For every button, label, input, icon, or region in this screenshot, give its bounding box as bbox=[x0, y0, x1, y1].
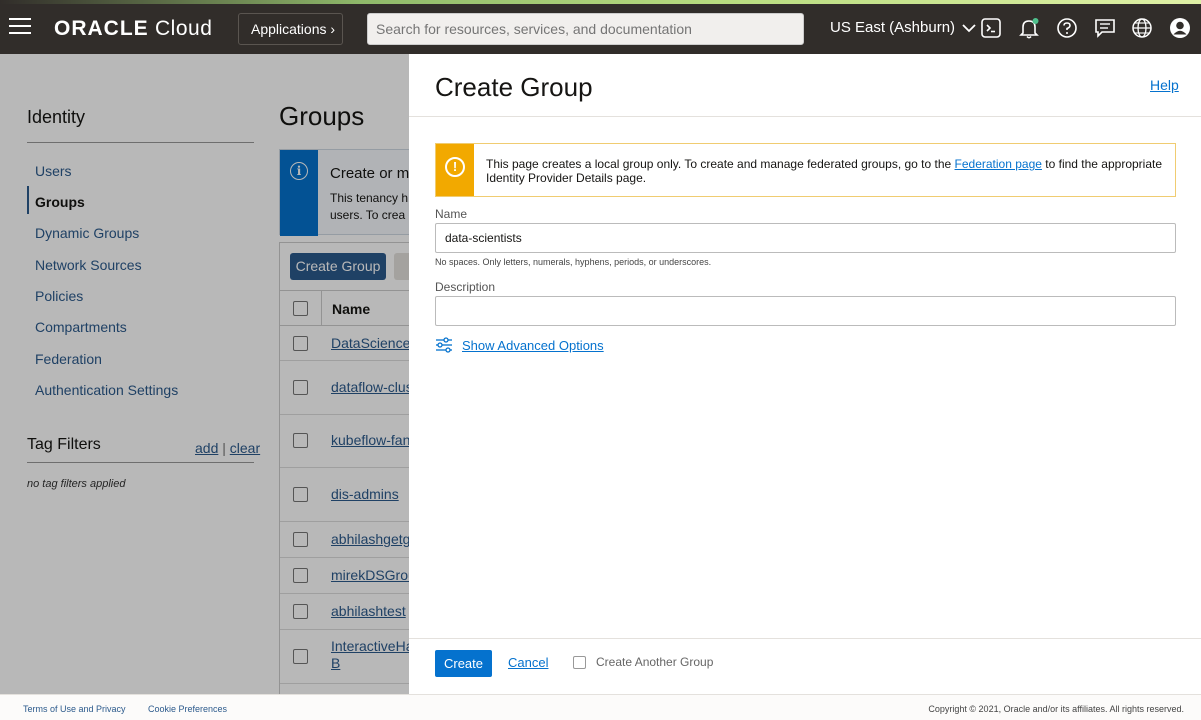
name-label: Name bbox=[435, 207, 468, 221]
cookie-preferences-link[interactable]: Cookie Preferences bbox=[148, 704, 227, 714]
cancel-button[interactable]: Cancel bbox=[508, 655, 548, 670]
warning-banner-stripe: ! bbox=[436, 144, 474, 196]
warning-icon: ! bbox=[445, 157, 465, 177]
warning-text-start: This page creates a local group only. To… bbox=[486, 157, 955, 171]
create-another-label[interactable]: Create Another Group bbox=[596, 655, 713, 669]
chevron-down-icon bbox=[962, 24, 976, 33]
description-input[interactable] bbox=[435, 296, 1176, 326]
oracle-cloud-logo[interactable]: ORACLE Cloud bbox=[54, 17, 212, 41]
create-another-checkbox[interactable] bbox=[573, 656, 586, 669]
chat-icon[interactable] bbox=[1094, 17, 1116, 39]
name-hint: No spaces. Only letters, numerals, hyphe… bbox=[435, 257, 712, 267]
profile-icon[interactable] bbox=[1169, 17, 1191, 39]
chevron-right-icon: › bbox=[330, 21, 336, 37]
panel-title: Create Group bbox=[435, 72, 593, 102]
description-label: Description bbox=[435, 280, 496, 294]
panel-footer: Create Cancel Create Another Group bbox=[409, 638, 1201, 694]
accent-stripe bbox=[0, 0, 1201, 4]
copyright-text: Copyright © 2021, Oracle and/or its affi… bbox=[928, 704, 1184, 714]
top-navigation-bar: ORACLE Cloud Applications › US East (Ash… bbox=[0, 0, 1201, 54]
warning-banner: ! This page creates a local group only. … bbox=[435, 143, 1176, 197]
search-input[interactable] bbox=[367, 13, 804, 45]
globe-icon[interactable] bbox=[1131, 17, 1153, 39]
sliders-icon bbox=[436, 337, 452, 353]
bell-icon[interactable] bbox=[1018, 17, 1040, 39]
modal-overlay[interactable] bbox=[0, 54, 409, 694]
help-icon[interactable] bbox=[1056, 17, 1078, 39]
name-input[interactable] bbox=[435, 223, 1176, 253]
panel-header: Create Group Help bbox=[409, 54, 1201, 117]
show-advanced-options-label[interactable]: Show Advanced Options bbox=[462, 338, 604, 353]
warning-text: This page creates a local group only. To… bbox=[486, 157, 1166, 185]
cloud-shell-icon[interactable] bbox=[980, 17, 1002, 39]
terms-link[interactable]: Terms of Use and Privacy bbox=[23, 704, 126, 714]
region-selector[interactable]: US East (Ashburn) bbox=[830, 19, 976, 36]
create-group-panel: Create Group Help ! This page creates a … bbox=[409, 54, 1201, 694]
help-link[interactable]: Help bbox=[1150, 77, 1179, 93]
menu-icon[interactable] bbox=[9, 18, 31, 34]
page-footer: Terms of Use and Privacy Cookie Preferen… bbox=[0, 694, 1201, 720]
applications-button[interactable]: Applications › bbox=[238, 13, 343, 45]
federation-page-link[interactable]: Federation page bbox=[955, 157, 1042, 171]
create-button[interactable]: Create bbox=[435, 650, 492, 677]
